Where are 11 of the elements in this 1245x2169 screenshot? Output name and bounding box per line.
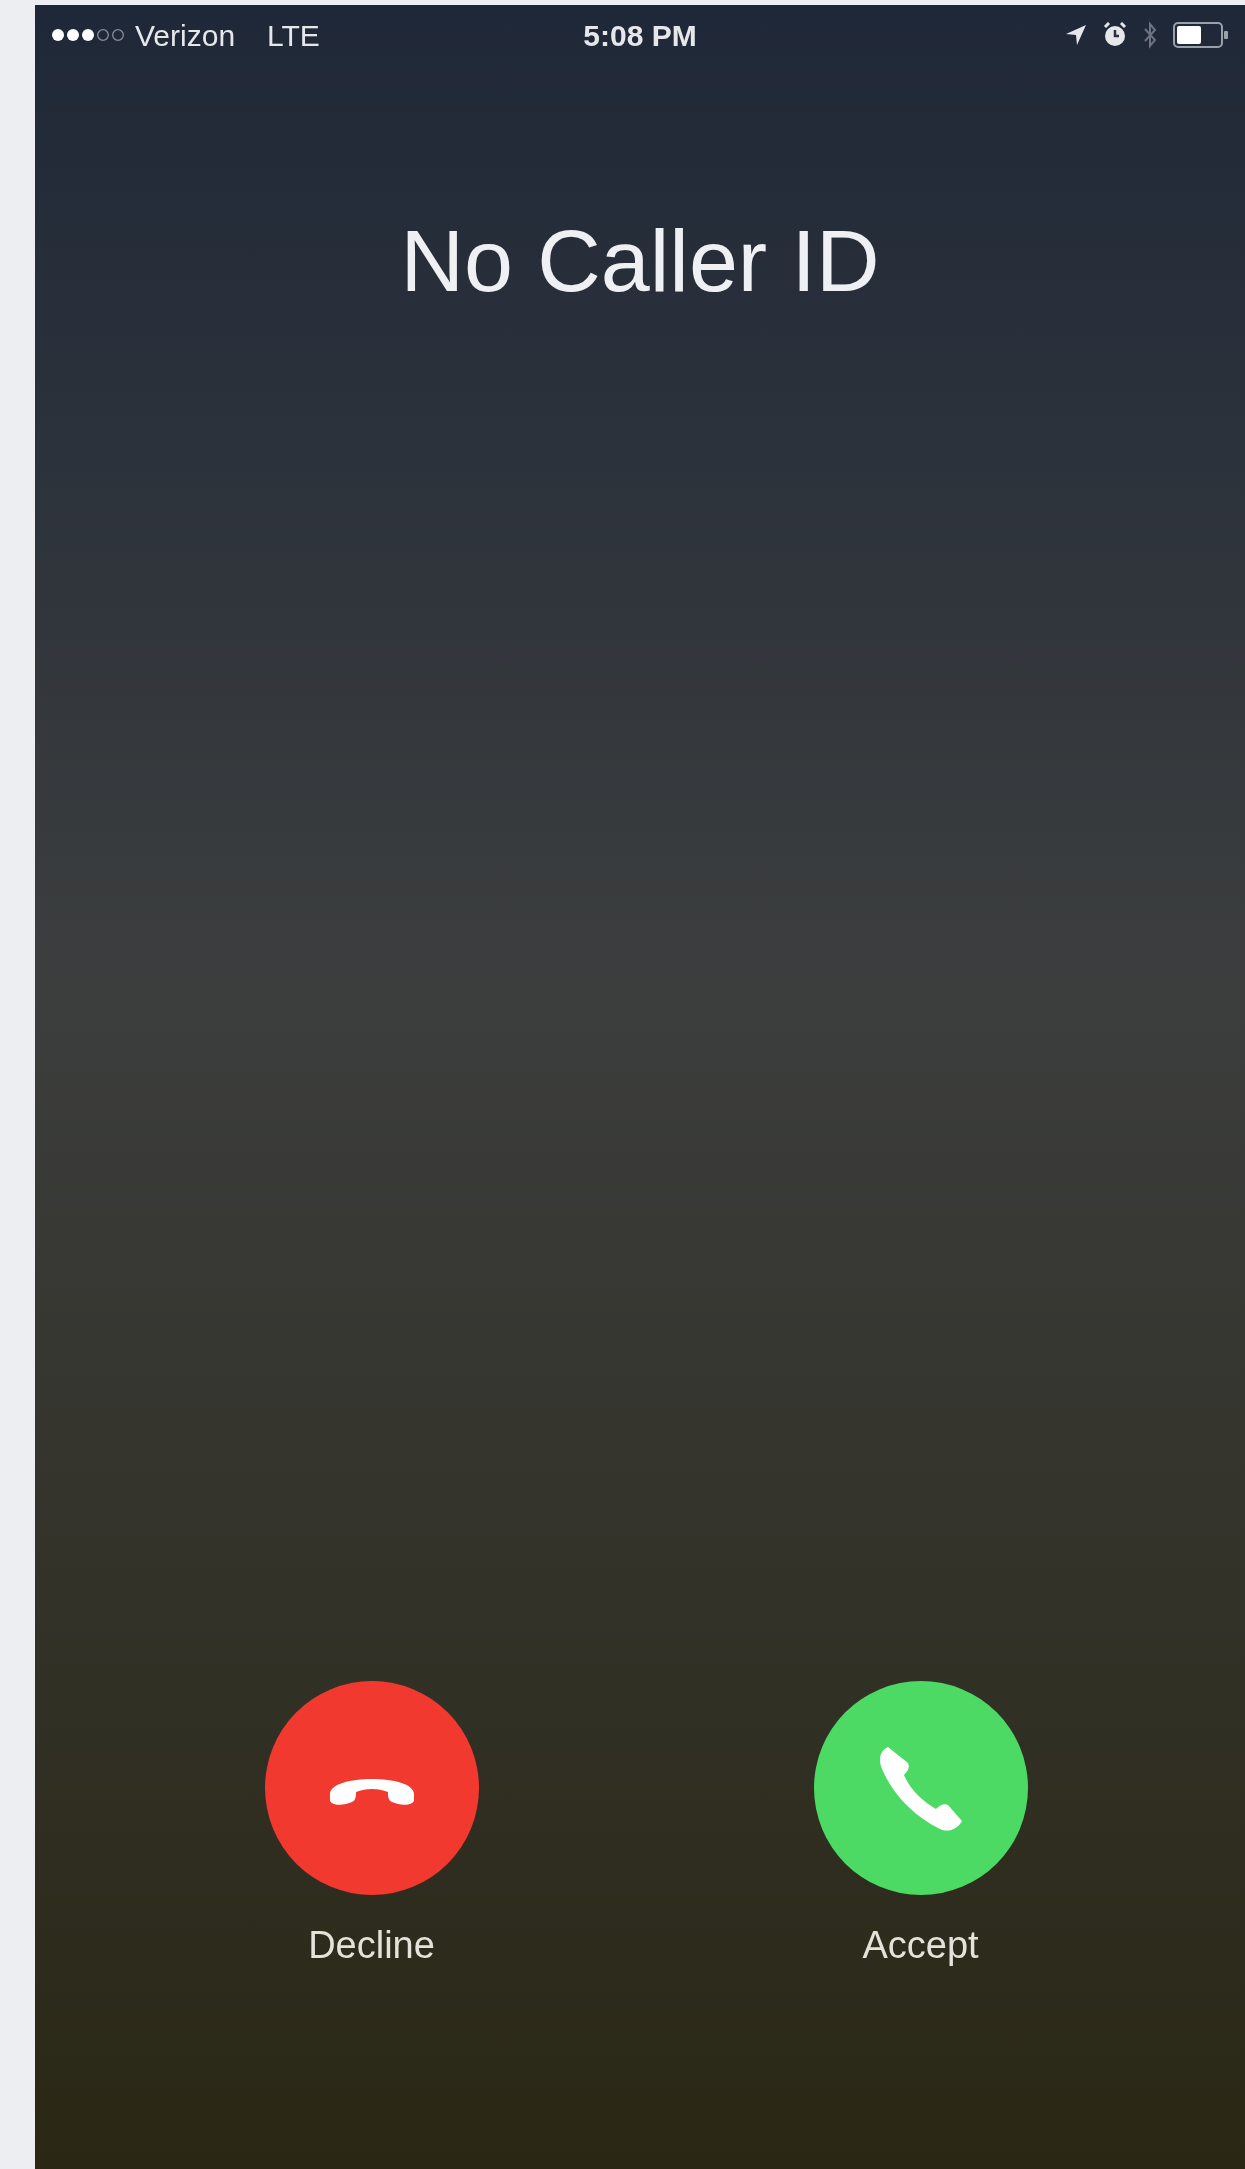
- location-arrow-icon: [1065, 24, 1087, 46]
- button-label: Decline: [308, 1923, 435, 1967]
- bluetooth-icon: [1143, 21, 1157, 49]
- carrier-name: Verizon: [135, 17, 236, 54]
- alarm-clock-icon: [1103, 22, 1127, 48]
- status-time: 5:08 PM: [583, 17, 697, 54]
- battery-icon: [1173, 22, 1229, 48]
- button-label: Accept: [862, 1923, 979, 1967]
- caller-name: No Caller ID: [400, 211, 880, 311]
- network-type: LTE: [267, 17, 320, 54]
- signal-strength-icon: [51, 28, 125, 42]
